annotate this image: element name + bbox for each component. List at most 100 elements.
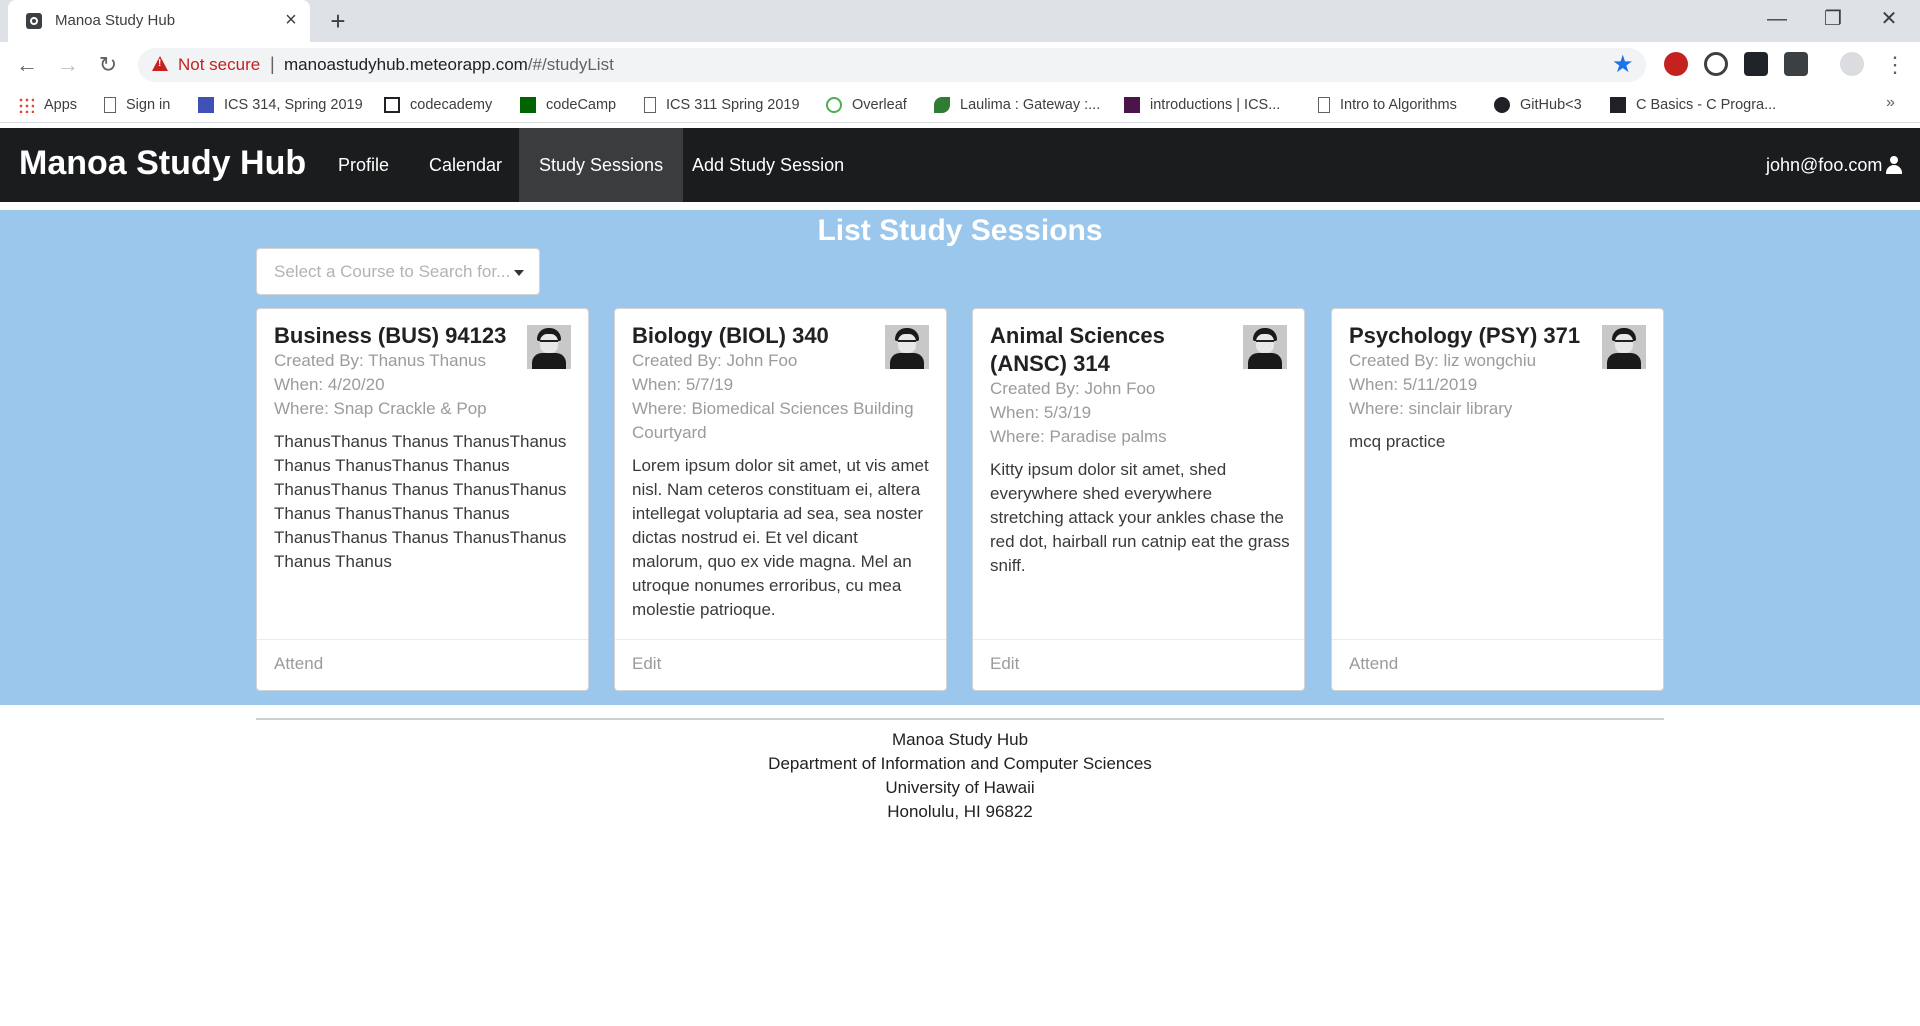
site-favicon-icon <box>26 13 42 29</box>
footer-address: Honolulu, HI 96822 <box>887 802 1033 821</box>
session-created-by: Created By: liz wongchiu <box>1349 351 1537 370</box>
session-description: Kitty ipsum dolor sit amet, shed everywh… <box>990 460 1290 575</box>
bookmark-codecamp[interactable]: codeCamp <box>520 95 616 115</box>
bookmark-label: Laulima : Gateway :... <box>960 97 1101 113</box>
footer-university: University of Hawaii <box>885 778 1035 797</box>
security-status[interactable]: Not secure <box>178 55 260 75</box>
attend-button[interactable]: Attend <box>274 654 323 674</box>
codecademy-icon <box>384 97 400 113</box>
nav-add-study-session[interactable]: Add Study Session <box>672 128 864 202</box>
page-title: List Study Sessions <box>817 214 1103 247</box>
card-footer: Edit <box>973 639 1304 690</box>
more-bookmarks-icon[interactable]: » <box>1886 94 1895 112</box>
session-created-by: Created By: Thanus Thanus <box>274 351 487 370</box>
restore-icon[interactable]: ❐ <box>1818 4 1848 34</box>
edit-button[interactable]: Edit <box>632 654 661 674</box>
session-when: When: 4/20/20 <box>274 375 385 394</box>
card-footer: Attend <box>1332 639 1663 690</box>
bookmark-ics314[interactable]: ICS 314, Spring 2019 <box>198 95 363 115</box>
github-icon <box>1494 97 1510 113</box>
session-course: Business (BUS) 94123 <box>274 323 507 348</box>
profile-avatar-icon[interactable] <box>1840 52 1864 76</box>
study-session-card: Biology (BIOL) 340 Created By: John Foo … <box>614 308 947 691</box>
close-tab-icon[interactable]: × <box>280 9 302 31</box>
session-where: Where: Biomedical Sciences Building Cour… <box>632 399 914 442</box>
adblock-extension-icon[interactable] <box>1664 52 1688 76</box>
laulima-icon <box>934 97 950 113</box>
card-footer: Edit <box>615 639 946 690</box>
bookmark-algorithms[interactable]: Intro to Algorithms <box>1318 95 1457 115</box>
bookmark-label: ICS 311 Spring 2019 <box>666 97 800 113</box>
back-icon[interactable]: ← <box>12 50 42 80</box>
minimize-icon[interactable]: — <box>1762 4 1792 34</box>
page-icon <box>644 97 656 113</box>
forward-icon[interactable]: → <box>53 50 83 80</box>
nav-study-sessions[interactable]: Study Sessions <box>519 128 684 202</box>
bookmark-label: Intro to Algorithms <box>1340 97 1457 113</box>
session-description: ThanusThanus Thanus ThanusThanus Thanus … <box>274 432 567 571</box>
bookmark-ics311[interactable]: ICS 311 Spring 2019 <box>644 95 800 115</box>
session-where: Where: Paradise palms <box>990 427 1167 446</box>
url-path: /#/studyList <box>527 55 614 74</box>
apps-grid-icon <box>18 97 34 113</box>
sync-extension-icon[interactable] <box>1704 52 1728 76</box>
bookmark-label: codecademy <box>410 97 493 113</box>
address-bar[interactable]: Not secure | manoastudyhub.meteorapp.com… <box>138 48 1646 82</box>
course-search-placeholder: Select a Course to Search for... <box>274 262 511 281</box>
new-tab-icon[interactable]: + <box>324 7 352 35</box>
nav-calendar[interactable]: Calendar <box>409 128 522 202</box>
bookmark-c-basics[interactable]: C Basics - C Progra... <box>1610 95 1776 115</box>
bookmark-label: introductions | ICS... <box>1150 97 1281 113</box>
nav-profile[interactable]: Profile <box>318 128 409 202</box>
study-list-section: List Study Sessions Select a Course to S… <box>0 210 1920 705</box>
course-search-dropdown[interactable]: Select a Course to Search for... <box>256 248 540 295</box>
bookmark-laulima[interactable]: Laulima : Gateway :... <box>934 95 1100 115</box>
overleaf-icon <box>826 97 842 113</box>
footer-site-name: Manoa Study Hub <box>891 730 1029 749</box>
study-session-card: Animal Sciences (ANSC) 314 Created By: J… <box>972 308 1305 691</box>
edit-button[interactable]: Edit <box>990 654 1019 674</box>
user-menu[interactable]: john@foo.com <box>1766 128 1903 202</box>
attend-button[interactable]: Attend <box>1349 654 1398 674</box>
session-where: Where: sinclair library <box>1349 399 1513 418</box>
card-footer: Attend <box>257 639 588 690</box>
session-when: When: 5/3/19 <box>990 403 1092 422</box>
react-devtools-icon[interactable] <box>1744 52 1768 76</box>
study-session-card: Business (BUS) 94123 Created By: Thanus … <box>256 308 589 691</box>
session-description: mcq practice <box>1349 432 1446 451</box>
user-icon <box>1885 156 1903 174</box>
bookmark-label: codeCamp <box>546 97 617 113</box>
study-session-card: Psychology (PSY) 371 Created By: liz won… <box>1331 308 1664 691</box>
browser-tab-bar: Manoa Study Hub × + — ❐ ✕ <box>0 0 1920 42</box>
url-host: manoastudyhub.meteorapp.com <box>284 55 528 74</box>
bookmark-sign-in[interactable]: Sign in <box>104 95 170 115</box>
page-footer: Manoa Study Hub Department of Informatio… <box>0 728 1920 824</box>
browser-tab[interactable]: Manoa Study Hub × <box>8 0 310 42</box>
footer-divider <box>256 718 1664 720</box>
bookmark-introductions[interactable]: introductions | ICS... <box>1124 95 1280 115</box>
user-email: john@foo.com <box>1766 155 1883 175</box>
session-when: When: 5/7/19 <box>632 375 734 394</box>
bookmark-github[interactable]: GitHub<3 <box>1494 95 1582 115</box>
close-window-icon[interactable]: ✕ <box>1874 4 1904 34</box>
bookmark-apps[interactable]: Apps <box>18 95 77 115</box>
extension-icon[interactable] <box>1784 52 1808 76</box>
bookmark-label: Sign in <box>126 97 171 113</box>
url-separator: | <box>270 54 275 74</box>
session-where: Where: Snap Crackle & Pop <box>274 399 487 418</box>
url-text[interactable]: manoastudyhub.meteorapp.com/#/studyList <box>284 55 614 75</box>
bookmark-overleaf[interactable]: Overleaf <box>826 95 907 115</box>
bookmark-star-icon[interactable]: ★ <box>1612 50 1634 79</box>
bookmark-label: ICS 314, Spring 2019 <box>224 97 363 113</box>
bookmarks-bar: Apps Sign in ICS 314, Spring 2019 codeca… <box>0 87 1920 123</box>
page-icon <box>104 97 116 113</box>
footer-department: Department of Information and Computer S… <box>768 754 1152 773</box>
brand-logo[interactable]: Manoa Study Hub <box>19 144 306 183</box>
browser-menu-icon[interactable]: ⋮ <box>1880 50 1910 80</box>
terminal-icon <box>1610 97 1626 113</box>
browser-toolbar: ← → ↻ Not secure | manoastudyhub.meteora… <box>0 42 1920 87</box>
reload-icon[interactable]: ↻ <box>93 50 123 80</box>
session-created-by: Created By: John Foo <box>990 379 1156 398</box>
page-icon <box>1318 97 1330 113</box>
bookmark-codecademy[interactable]: codecademy <box>384 95 492 115</box>
